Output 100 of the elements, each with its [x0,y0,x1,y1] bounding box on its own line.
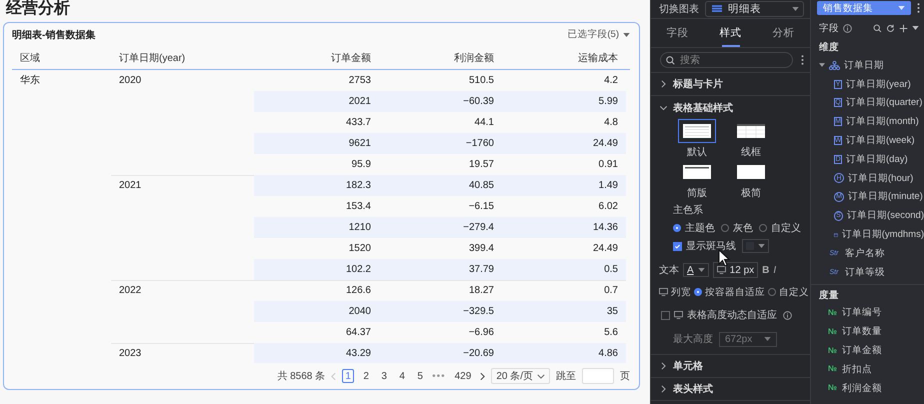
table-cell-text: 64.37 [344,326,372,340]
number-type-icon: № [827,346,838,355]
font-color-select[interactable]: A [683,263,709,277]
jump-input[interactable] [582,368,614,384]
table-cell: 14.36 [504,216,626,238]
auto-height-checkbox[interactable]: 表格高度动态自适应 [661,308,777,322]
next-page-icon[interactable] [480,372,486,381]
color-radio[interactable]: 自定义 [759,221,801,235]
table-cell-text: 19.57 [468,158,495,172]
table-cell: 0.5 [504,258,626,280]
table-style-option[interactable]: 默认 [670,119,724,159]
italic-button[interactable]: I [773,264,776,276]
table-thumbnail-icon [682,164,712,180]
table-cell: 40.85 [381,174,504,196]
table-cell-text: 1520 [348,242,372,256]
font-size-field[interactable]: 12 px [712,262,758,278]
table-cell: −20.69 [381,342,504,364]
field-item[interactable]: № 订单数量 [811,322,924,342]
chart-type-select[interactable]: 明细表 [705,1,804,17]
caret-icon [764,337,772,341]
table-cell: 43.29 [254,342,381,364]
chevron-icon [661,362,666,370]
table-cell-text: −6.15 [468,200,495,214]
stripe-color-select[interactable] [742,239,769,253]
measures-label: 度量 [818,288,840,303]
caret-icon [792,7,799,11]
table-cell-text: 0.7 [603,284,619,298]
color-radio[interactable]: 灰色 [721,221,753,235]
table-cell-text: 153.4 [344,200,372,214]
table-cell-text: 433.7 [344,116,372,130]
search-field[interactable]: 搜索 [660,52,793,68]
more-icon[interactable] [917,3,920,13]
column-width-radio[interactable]: 按容器自适应 [694,286,765,298]
table-cell-text: 4.2 [603,74,619,88]
field-item[interactable]: № 折扣点 [811,360,924,379]
search-icon[interactable] [873,24,882,32]
info-icon[interactable] [783,310,792,320]
basic-style-section-header[interactable]: 表格基础样式 [651,96,810,119]
table-cell-text: 399.4 [468,242,495,256]
panel-tab[interactable]: 字段 [651,19,704,47]
panel-tab[interactable]: 样式 [704,19,757,47]
table-cell-text: 510.5 [468,74,495,88]
table-thumbnail-icon [736,164,766,180]
table-cell: −329.5 [381,300,504,322]
table-cell-text: 2022 [119,284,142,298]
table-cell: 4.86 [504,342,626,364]
chart-switch-label: 切换图表 [659,2,699,16]
caret-icon[interactable] [819,63,825,68]
table-cell: 24.49 [504,132,626,154]
page-button[interactable]: 1 [342,369,354,384]
page-button[interactable]: 4 [396,369,408,384]
text-label: 文本 [659,264,679,277]
monitor-icon [716,266,726,274]
column-width-label: 列宽 [671,286,691,298]
more-icon[interactable] [801,55,804,65]
table-style-option[interactable]: 简版 [670,160,724,200]
number-type-icon: № [827,328,838,336]
table-cell: −60.39 [381,90,504,112]
table-style-option[interactable]: 线框 [724,119,778,159]
table-cell-text: 0.91 [598,158,619,172]
table-icon [712,5,722,13]
page-suffix: 页 [620,370,630,384]
field-item[interactable]: 订单日期 [811,56,924,75]
table-cell-text: 95.9 [350,158,372,172]
table-cell: 35 [504,300,626,322]
page-button[interactable]: 2 [360,369,372,384]
table-cell: 182.3 [254,174,381,196]
info-icon[interactable] [843,24,852,32]
hierarchy-icon [829,60,840,70]
table-cell: 1210 [254,216,381,238]
field-selector[interactable]: 已选字段(5) [567,28,630,42]
field-item[interactable]: № 订单编号 [811,304,924,322]
table-cell: −1760 [381,132,504,154]
page-button[interactable]: 5 [414,369,426,384]
field-item[interactable]: № 订单金额 [811,341,924,360]
panel-tab[interactable]: 分析 [757,19,810,47]
refresh-icon[interactable] [886,24,895,32]
column-width-radio[interactable]: 自定义 [768,286,809,298]
table-cell: 2021 [254,90,381,112]
bold-button[interactable]: B [762,264,770,276]
table-cell-text: 18.27 [468,284,495,298]
number-type-icon: № [827,308,838,317]
page-size-select[interactable]: 20 条/页 [491,368,550,384]
monitor-icon [659,288,668,296]
chevron-icon [660,105,668,110]
add-icon[interactable] [899,24,908,32]
table-cell-text: 126.6 [344,284,372,298]
zebra-checkbox[interactable]: 显示斑马线 [673,239,736,253]
page-button[interactable]: 429 [452,369,474,384]
caret-icon[interactable] [912,26,919,30]
chevron-icon [661,385,666,393]
color-radio[interactable]: 主题色 [673,221,715,235]
chevron-icon [661,80,666,88]
field-item[interactable]: № 利润金额 [811,378,924,398]
page-button[interactable]: 3 [378,369,390,384]
field-item[interactable]: 订单日期(ymdhms) [811,225,924,244]
caret-icon [898,6,905,10]
table-cell-text: −6.96 [468,326,495,340]
table-style-option[interactable]: 极简 [724,160,778,200]
column-header: 区域 [19,52,41,65]
